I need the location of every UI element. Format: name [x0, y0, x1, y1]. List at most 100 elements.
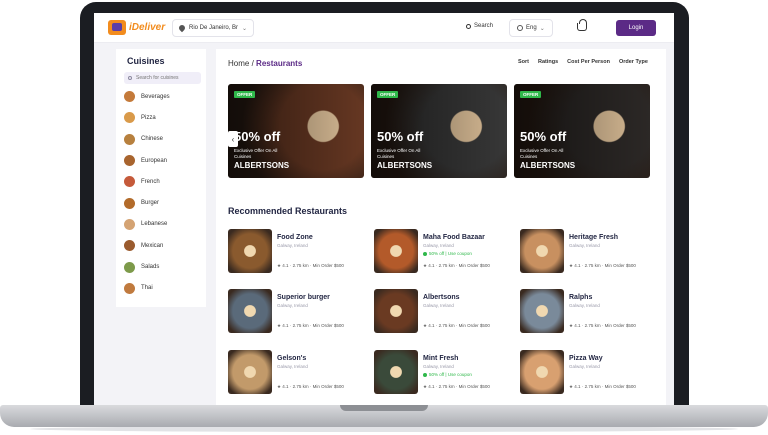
restaurant-distance: 2.75 km [584, 323, 601, 328]
restaurant-offer-text: 50% off | Use coupon [429, 372, 472, 377]
cuisine-search[interactable] [124, 72, 201, 84]
restaurant-image [228, 229, 272, 273]
cuisine-item[interactable]: Chinese [116, 129, 206, 150]
restaurant-card[interactable]: Ralphs Galway, Ireland ★ 4.1 · 2.75 km · M… [520, 289, 660, 335]
chevron-down-icon: ⌄ [539, 25, 545, 32]
restaurant-name[interactable]: Gelson's [277, 355, 306, 362]
filter-order-type[interactable]: Order Type [619, 59, 648, 65]
restaurant-min-order: Min Order $500 [458, 263, 490, 268]
restaurant-name[interactable]: Mint Fresh [423, 355, 458, 362]
cuisine-thumbnail [124, 176, 135, 188]
restaurant-card[interactable]: Food Zone Galway, Ireland ★ 4.1 · 2.75 km … [228, 229, 368, 275]
offer-title: 50% off [377, 129, 424, 144]
restaurant-meta: ★ 4.1 · 2.75 km · Min Order $500 [569, 384, 636, 390]
restaurant-card[interactable]: Albertsons Galway, Ireland ★ 4.1 · 2.75 km… [374, 289, 514, 335]
restaurant-location: Galway, Ireland [423, 243, 454, 248]
cuisine-thumbnail [124, 282, 135, 294]
restaurant-location: Galway, Ireland [569, 303, 600, 308]
offer-card[interactable]: OFFER 50% off Exclusive Offer On All Cuisi… [514, 84, 650, 178]
cuisine-item[interactable]: Burger [116, 192, 206, 213]
cuisine-item[interactable]: Salads [116, 256, 206, 277]
restaurant-name[interactable]: Heritage Fresh [569, 234, 618, 241]
restaurant-card[interactable]: Mint Fresh Galway, Ireland 50% off | Use c… [374, 350, 514, 396]
restaurant-name[interactable]: Albertsons [423, 294, 460, 301]
restaurant-card[interactable]: Heritage Fresh Galway, Ireland ★ 4.1 · 2.7… [520, 229, 660, 275]
location-label: Rio De Janeiro, Br [189, 25, 239, 31]
offer-card[interactable]: OFFER 50% off Exclusive Offer On All Cuisi… [371, 84, 507, 178]
restaurant-card[interactable]: Pizza Way Galway, Ireland ★ 4.1 · 2.75 km … [520, 350, 660, 396]
section-title: Recommended Restaurants [228, 206, 348, 216]
restaurant-image [374, 289, 418, 333]
search-button[interactable]: Search [466, 23, 493, 29]
restaurant-meta: ★ 4.1 · 2.75 km · Min Order $500 [277, 384, 344, 390]
restaurant-name[interactable]: Pizza Way [569, 355, 603, 362]
cuisine-thumbnail [124, 133, 135, 145]
restaurant-location: Galway, Ireland [277, 364, 308, 369]
restaurant-name[interactable]: Superior burger [277, 294, 330, 301]
cuisines-sidebar: Cuisines Beverages Pizza Chinese European Fr… [116, 49, 206, 307]
restaurant-min-order: Min Order $500 [458, 384, 490, 389]
cuisine-item[interactable]: French [116, 171, 206, 192]
restaurant-name[interactable]: Maha Food Bazaar [423, 234, 485, 241]
cuisine-item[interactable]: Pizza [116, 107, 206, 128]
restaurant-distance: 2.75 km [438, 323, 455, 328]
location-selector[interactable]: Rio De Janeiro, Br ⌄ [172, 19, 255, 37]
offer-store-name: ALBERTSONS [377, 161, 433, 170]
restaurant-min-order: Min Order $500 [312, 323, 344, 328]
breadcrumb-home[interactable]: Home [228, 59, 249, 68]
restaurant-distance: 2.75 km [292, 323, 309, 328]
restaurant-image [374, 350, 418, 394]
filter-ratings[interactable]: Ratings [538, 59, 558, 65]
restaurant-location: Galway, Ireland [423, 364, 454, 369]
restaurant-distance: 2.75 km [584, 263, 601, 268]
cuisine-thumbnail [124, 218, 135, 230]
restaurant-min-order: Min Order $500 [312, 263, 344, 268]
cuisine-label: Chinese [141, 136, 164, 143]
cuisine-item[interactable]: Lebanese [116, 214, 206, 235]
offer-badge-icon [423, 251, 427, 256]
restaurant-distance: 2.75 km [584, 384, 601, 389]
restaurant-distance: 2.75 km [438, 263, 455, 268]
restaurant-card[interactable]: Superior burger Galway, Ireland ★ 4.1 · 2.… [228, 289, 368, 335]
sidebar-title: Cuisines [127, 56, 165, 66]
login-button[interactable]: Login [616, 20, 656, 36]
restaurant-offer: 50% off | Use coupon [423, 372, 472, 377]
filter-cost-per-person[interactable]: Cost Per Person [567, 59, 610, 65]
logo-icon [108, 20, 126, 35]
cuisine-item[interactable]: Beverages [116, 86, 206, 107]
restaurant-distance: 2.75 km [438, 384, 455, 389]
restaurant-meta: ★ 4.1 · 2.75 km · Min Order $500 [569, 263, 636, 269]
restaurant-card[interactable]: Gelson's Galway, Ireland ★ 4.1 · 2.75 km ·… [228, 350, 368, 396]
restaurant-min-order: Min Order $500 [312, 384, 344, 389]
laptop-mockup: iDeliver Rio De Janeiro, Br ⌄ Search Eng… [0, 0, 768, 435]
offer-subtitle: Exclusive Offer On All Cuisines [377, 148, 421, 159]
language-selector[interactable]: Eng ⌄ [509, 19, 553, 37]
cuisine-thumbnail [124, 91, 135, 103]
restaurant-distance: 2.75 km [292, 263, 309, 268]
app-screen: iDeliver Rio De Janeiro, Br ⌄ Search Eng… [94, 13, 674, 405]
restaurant-offer: 50% off | Use coupon [423, 251, 472, 256]
cuisine-item[interactable]: Mexican [116, 235, 206, 256]
restaurant-min-order: Min Order $500 [604, 323, 636, 328]
offer-card[interactable]: OFFER 50% off Exclusive Offer On All Cuisi… [228, 84, 364, 178]
restaurant-meta: ★ 4.1 · 2.75 km · Min Order $500 [277, 263, 344, 269]
restaurant-image [520, 289, 564, 333]
brand-logo[interactable]: iDeliver [108, 20, 165, 35]
restaurant-name[interactable]: Food Zone [277, 234, 313, 241]
offer-store-name: ALBERTSONS [234, 161, 290, 170]
cuisine-search-input[interactable] [136, 75, 196, 81]
restaurant-image [520, 229, 564, 273]
cuisine-thumbnail [124, 155, 135, 167]
cuisine-item[interactable]: European [116, 150, 206, 171]
carousel-prev-button[interactable]: ‹ [228, 131, 238, 147]
restaurant-image [228, 350, 272, 394]
cuisine-item[interactable]: Thai [116, 278, 206, 299]
main-content: Home / Restaurants Sort Ratings Cost Per P… [216, 49, 666, 405]
restaurant-name[interactable]: Ralphs [569, 294, 592, 301]
cart-basket-icon[interactable] [577, 19, 587, 31]
restaurant-meta: ★ 4.1 · 2.75 km · Min Order $500 [569, 323, 636, 329]
restaurant-card[interactable]: Maha Food Bazaar Galway, Ireland 50% off |… [374, 229, 514, 275]
filter-sort[interactable]: Sort [518, 59, 529, 65]
offer-title: 50% off [520, 129, 567, 144]
restaurant-meta: ★ 4.1 · 2.75 km · Min Order $500 [277, 323, 344, 329]
